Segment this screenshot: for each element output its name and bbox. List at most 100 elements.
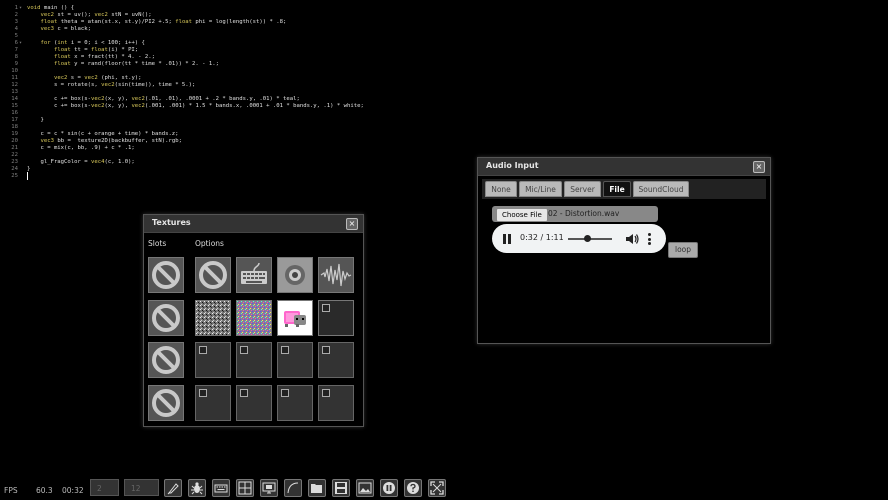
audio-panel-header[interactable]: Audio Input × — [478, 158, 770, 176]
code-text: c = c * sin(c + orange + time) * bands.z… — [27, 131, 179, 137]
waveform-icon — [320, 263, 352, 287]
tab-mic-line[interactable]: Mic/Line — [519, 181, 562, 197]
playback-time: 0:32 / 1:11 — [520, 233, 564, 242]
text-cursor — [27, 172, 28, 180]
pause-button[interactable] — [380, 479, 398, 497]
image-button[interactable] — [356, 479, 374, 497]
option-empty[interactable] — [318, 342, 354, 378]
fullscreen-icon — [430, 481, 444, 495]
file-input[interactable]: Choose File 02 - Distortion.wav — [492, 206, 658, 222]
tab-file[interactable]: File — [603, 181, 631, 197]
option-empty[interactable] — [277, 342, 313, 378]
option-empty[interactable] — [318, 385, 354, 421]
line-number: 8 — [14, 54, 18, 60]
line-number: 15 — [11, 103, 18, 109]
fullscreen-button[interactable] — [428, 479, 446, 497]
no-entry-icon — [199, 261, 227, 289]
line-number: 12 — [11, 82, 18, 88]
choose-file-button[interactable]: Choose File — [496, 208, 548, 222]
line-number: 23 — [11, 159, 18, 165]
curve-button[interactable] — [284, 479, 302, 497]
brush-button[interactable] — [164, 479, 182, 497]
bug-button[interactable] — [188, 479, 206, 497]
line-number: 7 — [14, 47, 18, 53]
textures-panel-header[interactable]: Textures × — [144, 215, 363, 233]
close-icon[interactable]: × — [346, 218, 358, 230]
line-number: 14 — [11, 96, 18, 102]
layout-button[interactable] — [236, 479, 254, 497]
option-empty[interactable] — [277, 385, 313, 421]
present-button[interactable] — [260, 479, 278, 497]
code-text: for (int i = 0; i < 100; i++) { — [40, 40, 145, 46]
tab-none[interactable]: None — [485, 181, 517, 197]
bug-icon — [191, 482, 203, 495]
open-button[interactable] — [308, 479, 326, 497]
checkbox-icon — [281, 389, 289, 397]
code-text: float y = rand(floor(tt * time * .01)) *… — [53, 61, 219, 67]
line-number: 20 — [11, 138, 18, 144]
code-text: s = rotate(s, vec2(sin(time)), time * 5.… — [27, 82, 196, 88]
fold-arrow-icon[interactable]: ▾ — [19, 40, 22, 47]
curve-icon — [287, 482, 299, 494]
fps-value: 60.3 — [36, 486, 53, 495]
file-name: 02 - Distortion.wav — [548, 209, 620, 218]
grid-icon — [238, 481, 252, 495]
number-box-2[interactable]: 12 — [124, 479, 159, 496]
more-options-icon[interactable] — [648, 233, 651, 245]
line-number: 19 — [11, 131, 18, 137]
option-empty[interactable] — [195, 385, 231, 421]
line-number: 3 — [14, 19, 18, 25]
option-nyan-cat[interactable] — [277, 300, 313, 336]
slot-1[interactable] — [148, 300, 184, 336]
option-noise-color[interactable] — [236, 300, 272, 336]
line-number: 6 — [14, 40, 18, 46]
color-noise-texture-icon — [237, 301, 271, 335]
no-entry-icon — [152, 261, 180, 289]
option-empty[interactable] — [195, 342, 231, 378]
loop-button[interactable]: loop — [668, 242, 698, 258]
code-editor[interactable]: 1 ▾ void main () {2 vec2 st = uv(); vec2 s… — [0, 5, 470, 185]
webcam-icon — [285, 265, 305, 285]
option-empty[interactable] — [236, 385, 272, 421]
option-none[interactable] — [195, 257, 231, 293]
help-button[interactable] — [404, 479, 422, 497]
fold-arrow-icon[interactable]: ▾ — [19, 5, 22, 12]
textures-panel: Textures × Slots Options — [143, 214, 364, 427]
line-number: 9 — [14, 61, 18, 67]
number-box-1[interactable]: 2 — [90, 479, 119, 496]
line-number: 4 — [14, 26, 18, 32]
option-noise-gray[interactable] — [195, 300, 231, 336]
tab-server[interactable]: Server — [564, 181, 601, 197]
volume-icon[interactable] — [625, 233, 639, 245]
slot-3[interactable] — [148, 385, 184, 421]
tab-soundcloud[interactable]: SoundCloud — [633, 181, 689, 197]
seek-slider[interactable] — [568, 235, 612, 242]
noise-texture-icon — [196, 301, 230, 335]
nyan-cat-icon — [284, 311, 306, 327]
code-text: } — [27, 117, 44, 123]
line-number: 18 — [11, 124, 18, 130]
monitor-icon — [262, 482, 276, 494]
checkbox-icon — [281, 346, 289, 354]
floppy-disk-icon — [335, 482, 347, 494]
save-button[interactable] — [332, 479, 350, 497]
pause-icon — [383, 482, 395, 494]
audio-input-panel: Audio Input × None Mic/Line Server File … — [477, 157, 771, 344]
slot-0[interactable] — [148, 257, 184, 293]
seek-thumb[interactable] — [584, 235, 592, 242]
option-keyboard[interactable] — [236, 257, 272, 293]
option-empty[interactable] — [318, 300, 354, 336]
option-webcam[interactable] — [277, 257, 313, 293]
code-text: c += box(s-vec2(x, y), vec2(.001, .001) … — [27, 103, 364, 109]
slots-label: Slots — [148, 239, 167, 248]
code-text: c += box(s-vec2(x, y), vec2(.01, .01), .… — [27, 96, 300, 102]
close-icon[interactable]: × — [753, 161, 765, 173]
code-text: vec2 st = uv(); vec2 stN = uvN(); — [40, 12, 152, 18]
option-audio[interactable] — [318, 257, 354, 293]
option-empty[interactable] — [236, 342, 272, 378]
slot-2[interactable] — [148, 342, 184, 378]
fps-label: FPS — [4, 486, 18, 495]
pause-icon[interactable] — [503, 234, 512, 244]
line-number: 11 — [11, 75, 18, 81]
keyboard-button[interactable] — [212, 479, 230, 497]
